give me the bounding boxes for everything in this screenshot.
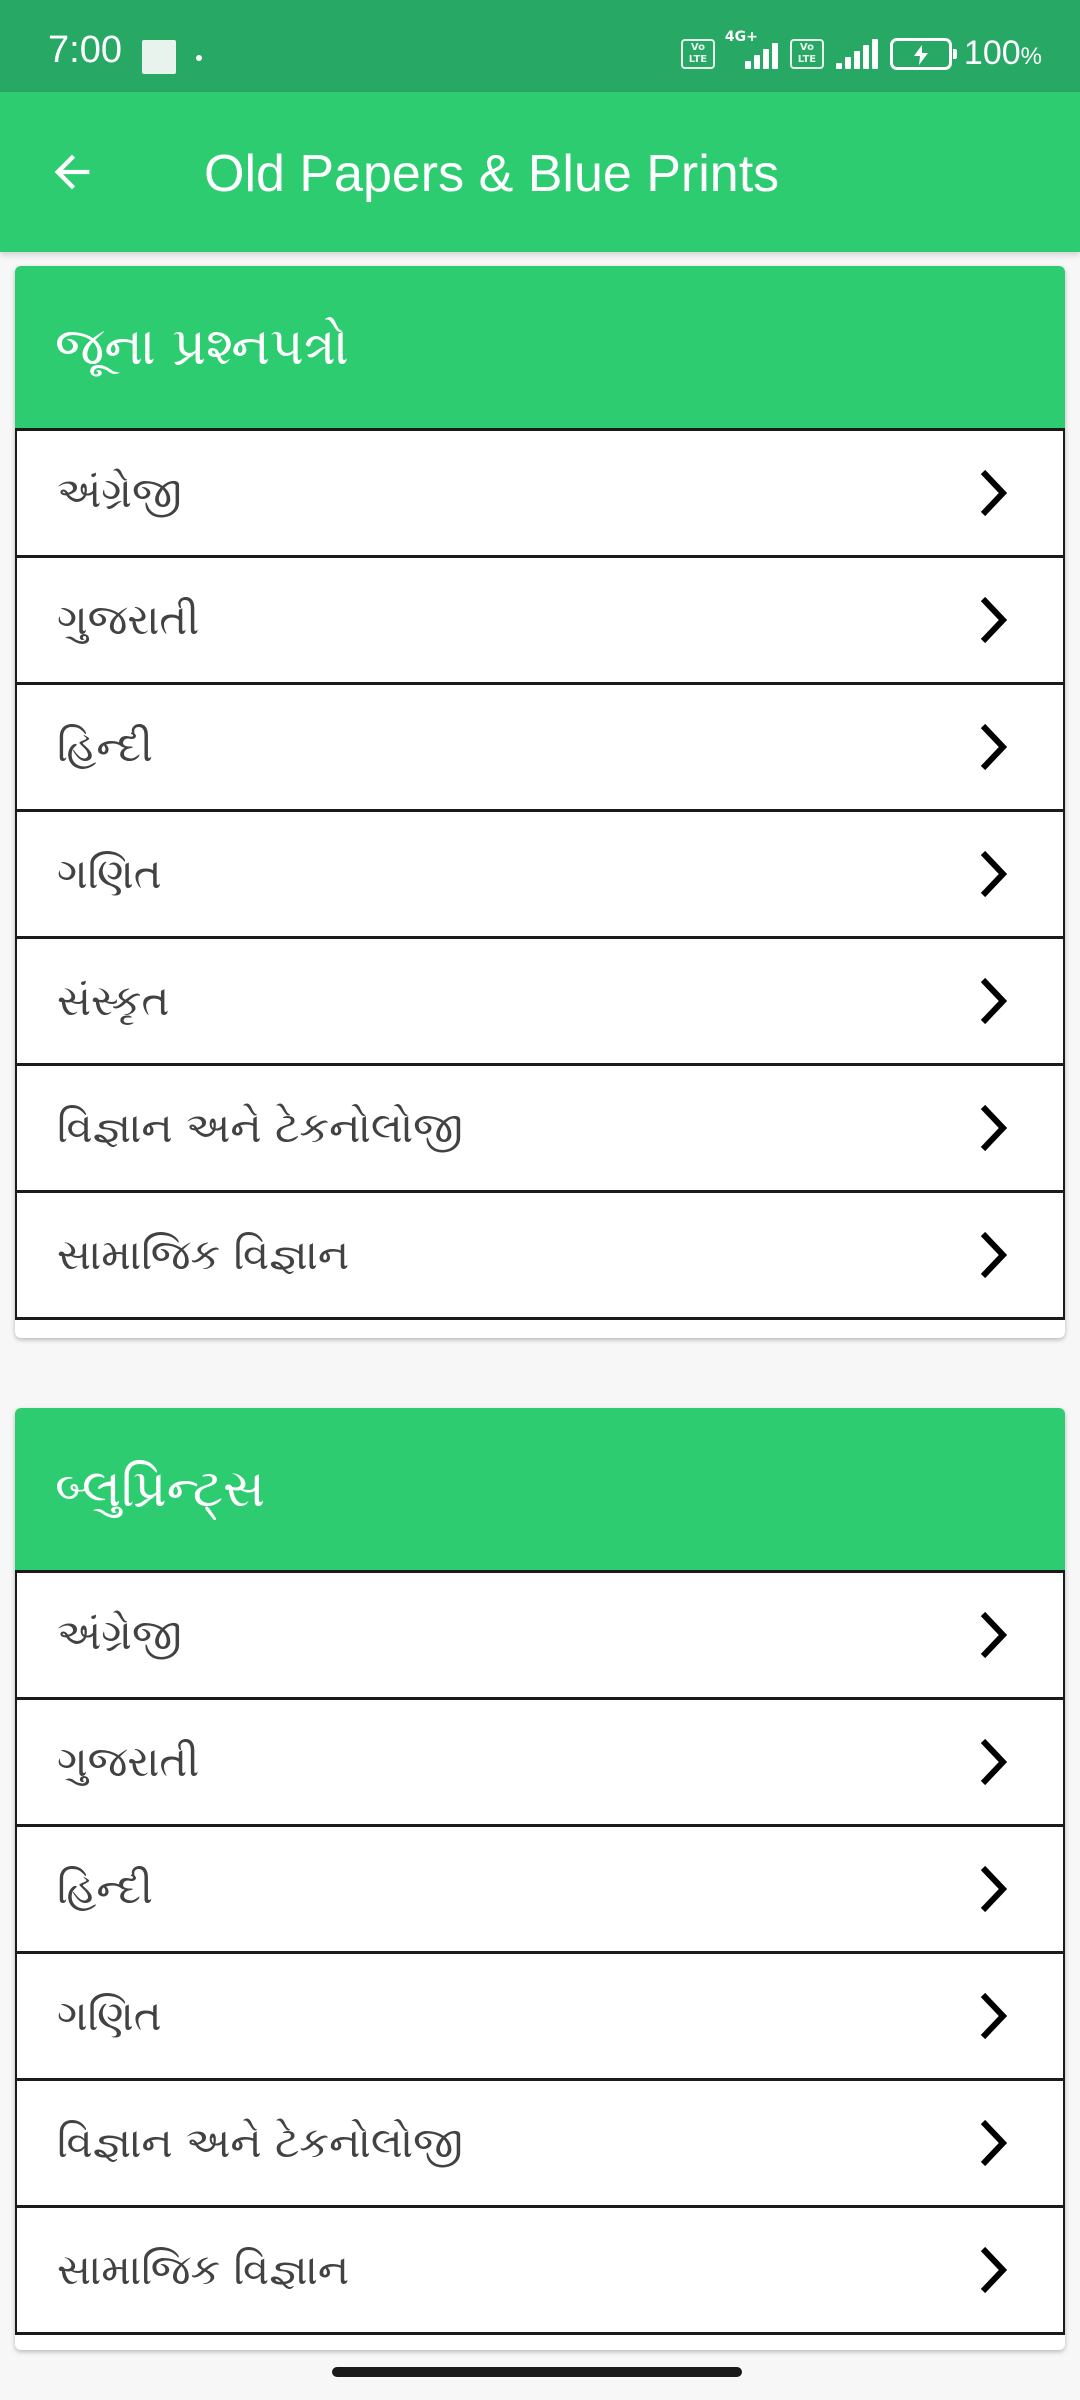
old-papers-card: જૂના પ્રશ્નપત્રો અંગ્રેજી ગુજરાતી હિન્દી… (15, 266, 1065, 1338)
signal-icon-sim2 (835, 38, 878, 69)
chevron-right-icon (977, 2245, 1007, 2295)
status-icons: Vo LTE 4G+ Vo LTE 100% (680, 29, 1042, 73)
chevron-right-icon (977, 1610, 1007, 1660)
status-time: 7:00 (48, 29, 122, 71)
chevron-right-icon (977, 976, 1007, 1026)
list-item-label: ગણિત (57, 849, 162, 898)
volte-icon-2: Vo LTE (789, 38, 824, 69)
chevron-right-icon (977, 722, 1007, 772)
list-item-hindi[interactable]: હિન્દી (15, 1827, 1065, 1954)
list-item-label: સંસ્કૃત (57, 976, 170, 1025)
chevron-right-icon (977, 1103, 1007, 1153)
list-item-label: હિન્દી (57, 1864, 153, 1913)
battery-value: 100 (963, 34, 1021, 72)
list-item-social-science[interactable]: સામાજિક વિજ્ઞાન (15, 2208, 1065, 2335)
subject-list: અંગ્રેજી ગુજરાતી હિન્દી ગણિત સંસ્કૃત વિજ… (15, 428, 1065, 1320)
subject-list: અંગ્રેજી ગુજરાતી હિન્દી ગણિત વિજ્ઞાન અને… (15, 1570, 1065, 2335)
back-button[interactable] (34, 134, 110, 210)
status-bar: 7:00 Vo LTE 4G+ Vo LTE 100% (0, 0, 1080, 92)
list-item-science[interactable]: વિજ્ઞાન અને ટેકનોલોજી (15, 2081, 1065, 2208)
list-item-label: અંગ્રેજી (57, 468, 182, 517)
list-item-label: સામાજિક વિજ્ઞાન (57, 2245, 350, 2294)
battery-unit: % (1020, 43, 1042, 70)
list-item-hindi[interactable]: હિન્દી (15, 685, 1065, 812)
list-item-label: હિન્દી (57, 722, 153, 771)
app-bar: Old Papers & Blue Prints (0, 92, 1080, 252)
list-item-label: ગુજરાતી (57, 595, 200, 644)
list-item-label: અંગ્રેજી (57, 1610, 182, 1659)
list-item-english[interactable]: અંગ્રેજી (15, 431, 1065, 558)
list-item-maths[interactable]: ગણિત (15, 1954, 1065, 2081)
chevron-right-icon (977, 595, 1007, 645)
list-item-english[interactable]: અંગ્રેજી (15, 1573, 1065, 1700)
list-item-sanskrit[interactable]: સંસ્કૃત (15, 939, 1065, 1066)
battery-icon (889, 37, 957, 70)
volte-icon: Vo LTE (680, 38, 715, 69)
chevron-right-icon (977, 849, 1007, 899)
list-item-social-science[interactable]: સામાજિક વિજ્ઞાન (15, 1193, 1065, 1320)
chevron-right-icon (977, 468, 1007, 518)
list-item-label: ગણિત (57, 1991, 162, 2040)
list-item-gujarati[interactable]: ગુજરાતી (15, 558, 1065, 685)
arrow-back-icon (54, 154, 90, 190)
list-item-gujarati[interactable]: ગુજરાતી (15, 1700, 1065, 1827)
page-title: Old Papers & Blue Prints (204, 145, 780, 203)
list-item-maths[interactable]: ગણિત (15, 812, 1065, 939)
section-title: જૂના પ્રશ્નપત્રો (15, 266, 1065, 428)
list-item-label: વિજ્ઞાન અને ટેકનોલોજી (57, 2118, 463, 2167)
chevron-right-icon (977, 1991, 1007, 2041)
list-item-label: ગુજરાતી (57, 1737, 200, 1786)
section-title: બ્લુપ્રિન્ટ્સ (15, 1408, 1065, 1570)
battery-level: 100% (964, 34, 1042, 73)
blueprints-card: બ્લુપ્રિન્ટ્સ અંગ્રેજી ગુજરાતી હિન્દી ગણ… (15, 1408, 1065, 2350)
list-item-label: સામાજિક વિજ્ઞાન (57, 1230, 350, 1279)
notification-icon (142, 40, 176, 74)
gesture-navigation-bar[interactable] (332, 2367, 742, 2377)
list-item-label: વિજ્ઞાન અને ટેકનોલોજી (57, 1103, 463, 1152)
list-item-science[interactable]: વિજ્ઞાન અને ટેકનોલોજી (15, 1066, 1065, 1193)
chevron-right-icon (977, 2118, 1007, 2168)
chevron-right-icon (977, 1737, 1007, 1787)
signal-icon-sim1: 4G+ (725, 29, 778, 69)
notification-dot-icon (196, 55, 202, 61)
network-type: 4G+ (724, 28, 758, 45)
chevron-right-icon (977, 1230, 1007, 1280)
chevron-right-icon (977, 1864, 1007, 1914)
